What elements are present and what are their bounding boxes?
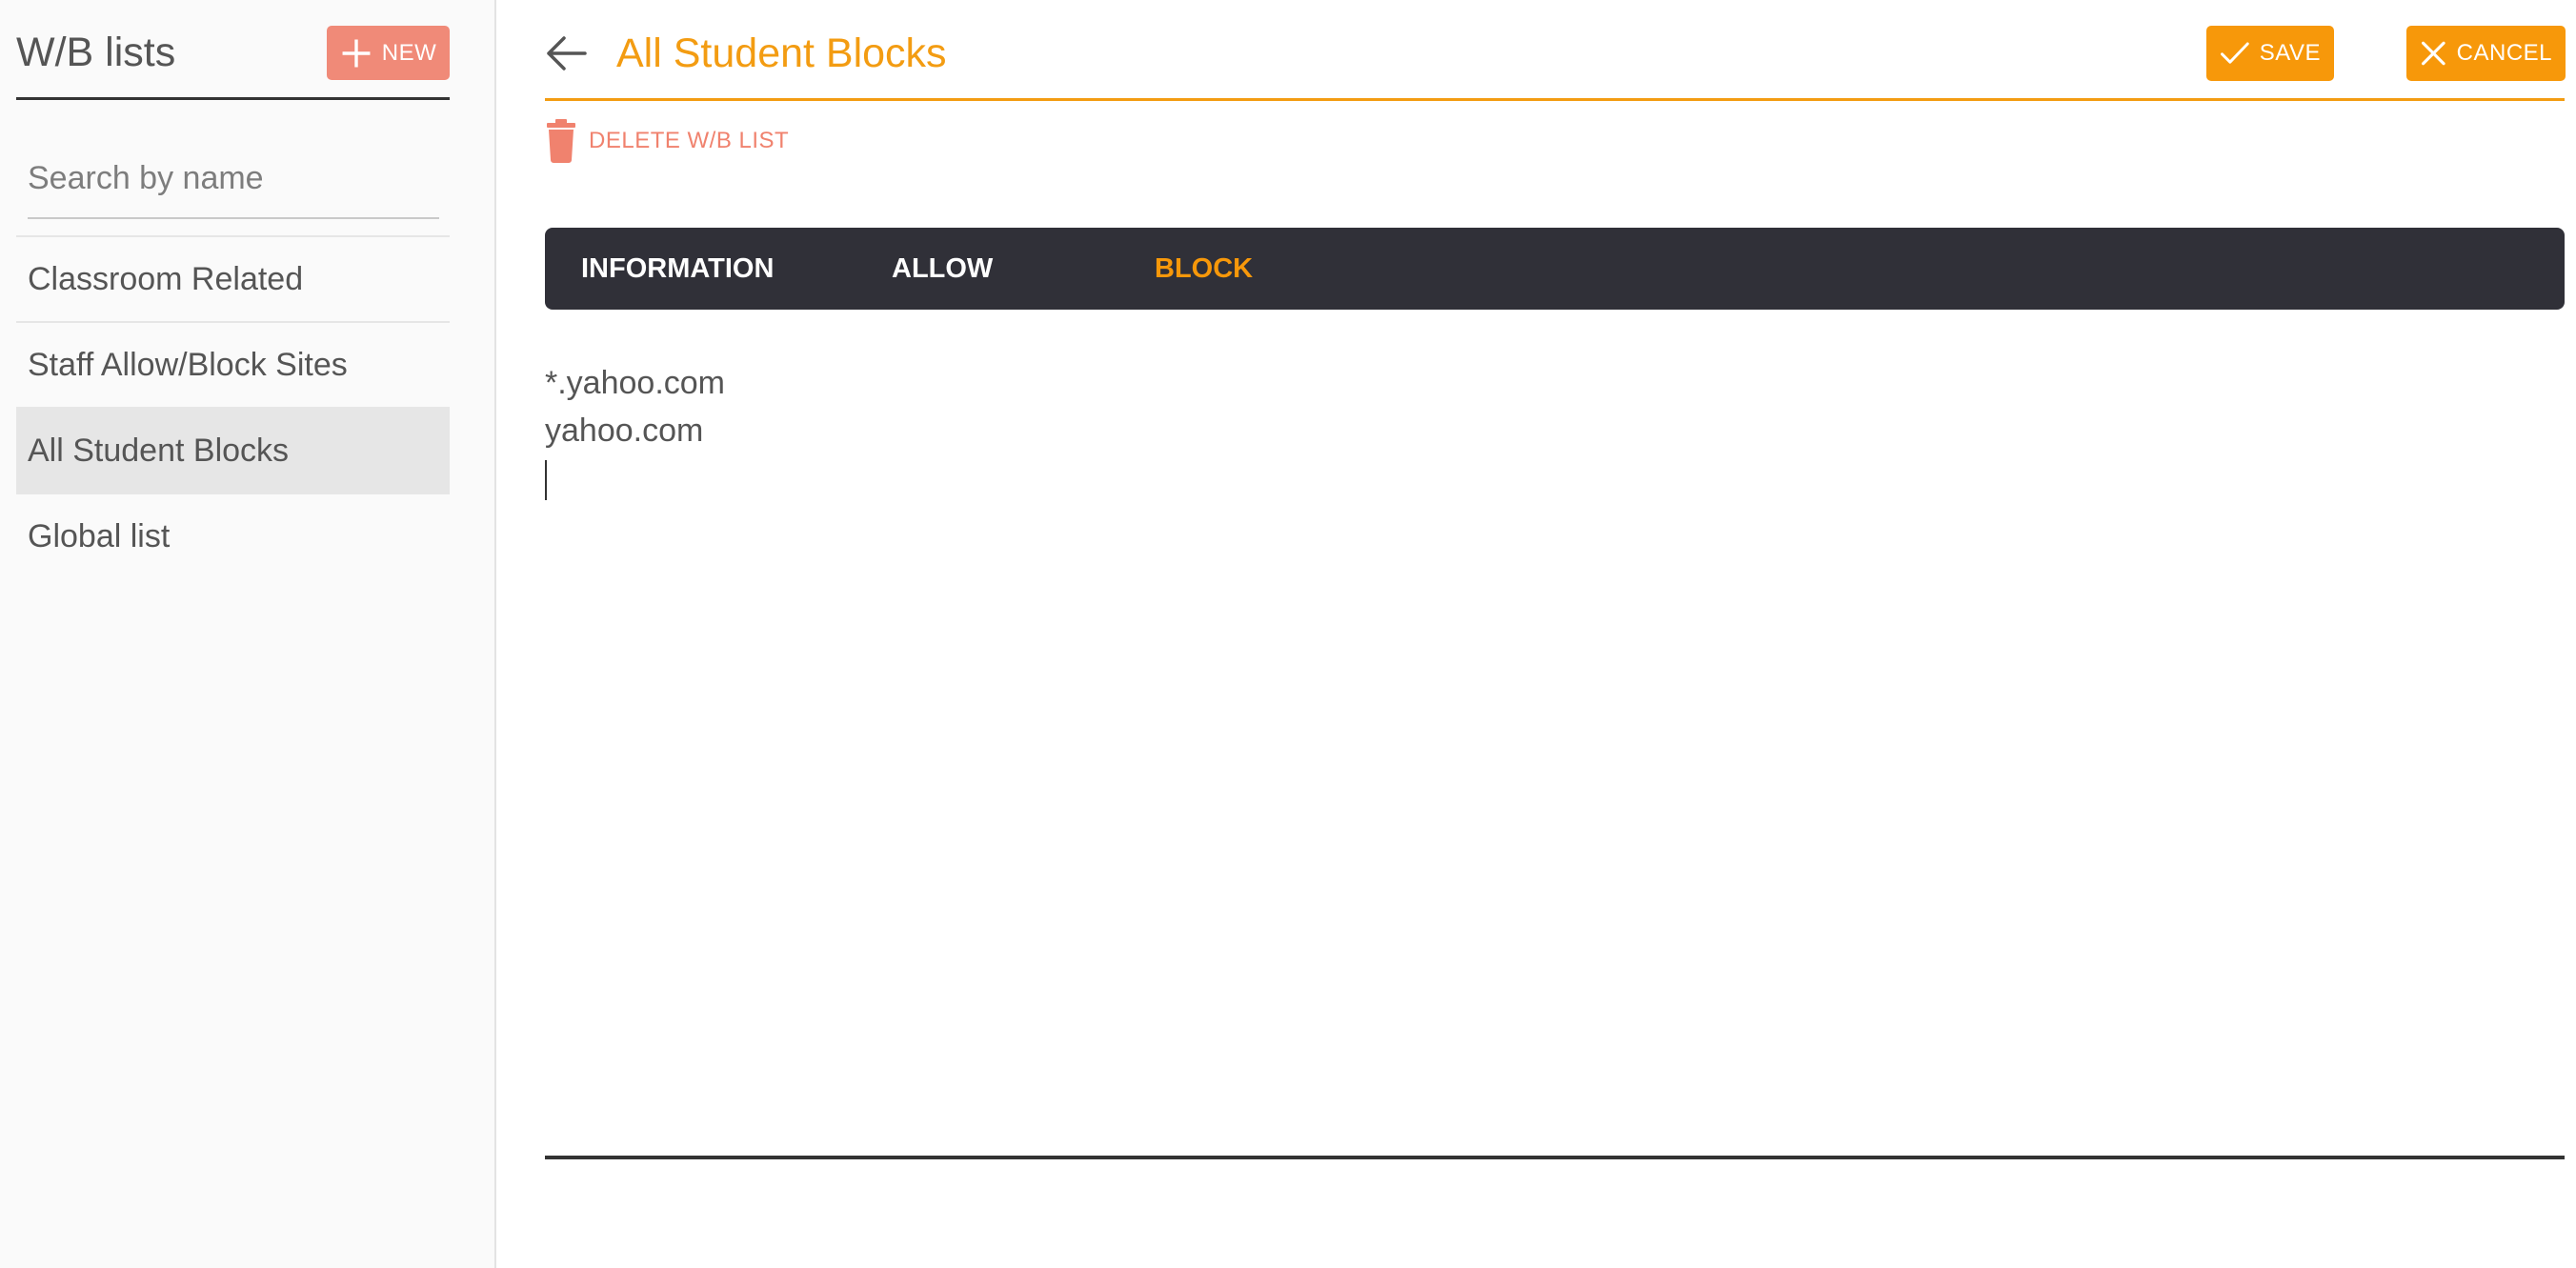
tab-allow[interactable]: ALLOW bbox=[892, 228, 993, 310]
tab-information[interactable]: INFORMATION bbox=[581, 228, 774, 310]
delete-list-button[interactable]: DELETE W/B LIST bbox=[545, 116, 789, 166]
search-input[interactable] bbox=[28, 143, 439, 213]
editor-caret-line bbox=[545, 454, 2565, 502]
list-item-staff-allow-block-sites[interactable]: Staff Allow/Block Sites bbox=[16, 321, 450, 407]
tab-block[interactable]: BLOCK bbox=[1155, 228, 1253, 310]
editor-line: yahoo.com bbox=[545, 413, 704, 449]
new-list-button[interactable]: NEW bbox=[327, 26, 450, 80]
list-item-global-list[interactable]: Global list bbox=[16, 493, 450, 578]
trash-icon bbox=[547, 119, 575, 163]
save-button[interactable]: SAVE bbox=[2206, 26, 2334, 81]
search-field bbox=[28, 143, 439, 219]
sidebar-title: W/B lists bbox=[16, 30, 176, 75]
new-button-label: NEW bbox=[381, 39, 437, 66]
list-item-classroom-related[interactable]: Classroom Related bbox=[16, 235, 450, 321]
delete-list-label: DELETE W/B LIST bbox=[589, 128, 790, 153]
cancel-button-label: CANCEL bbox=[2456, 40, 2552, 66]
text-caret bbox=[545, 460, 547, 500]
close-icon bbox=[2422, 41, 2445, 66]
page-title: All Student Blocks bbox=[616, 30, 947, 76]
tab-bar: INFORMATION ALLOW BLOCK bbox=[545, 228, 2565, 310]
save-button-label: SAVE bbox=[2259, 40, 2321, 66]
wb-list: Classroom Related Staff Allow/Block Site… bbox=[16, 235, 450, 578]
block-list-editor[interactable]: *.yahoo.com yahoo.com bbox=[545, 359, 2565, 1159]
main-panel: All Student Blocks SAVE CANCEL DELETE W/… bbox=[496, 0, 2576, 1268]
back-arrow-icon[interactable] bbox=[545, 34, 587, 72]
sidebar-header: W/B lists NEW bbox=[16, 0, 450, 100]
cancel-button[interactable]: CANCEL bbox=[2406, 26, 2566, 81]
editor-line: *.yahoo.com bbox=[545, 365, 725, 401]
list-item-all-student-blocks[interactable]: All Student Blocks bbox=[16, 407, 450, 493]
sidebar: W/B lists NEW Classroom Related Staff Al… bbox=[0, 0, 496, 1268]
plus-icon bbox=[342, 39, 371, 67]
check-icon bbox=[2221, 42, 2249, 64]
title-bar: All Student Blocks SAVE CANCEL bbox=[545, 0, 2566, 101]
